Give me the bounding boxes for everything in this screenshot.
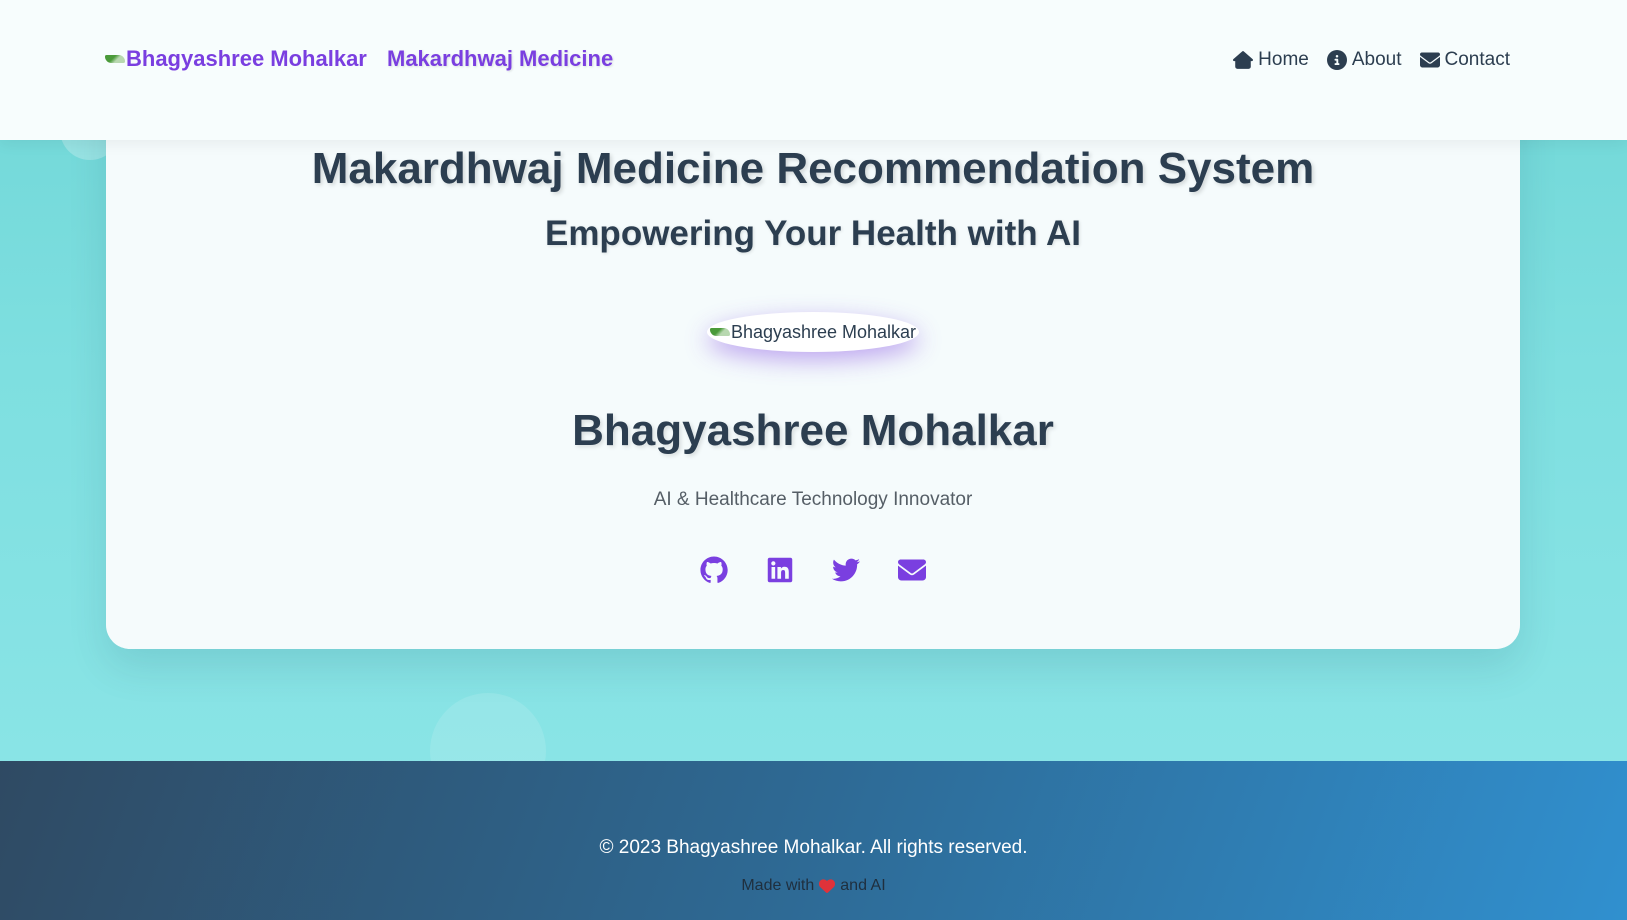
broken-image-icon <box>105 55 125 63</box>
avatar: Bhagyashree Mohalkar <box>707 312 919 352</box>
github-icon <box>700 556 728 583</box>
nav-about[interactable]: About <box>1326 49 1402 71</box>
page-title: Makardhwaj Medicine Recommendation Syste… <box>311 144 1315 193</box>
person-name: Bhagyashree Mohalkar <box>572 406 1054 455</box>
nav-contact-label: Contact <box>1444 49 1510 70</box>
linkedin-link[interactable] <box>766 556 794 584</box>
logo-alt-text: Bhagyashree Mohalkar <box>126 46 367 71</box>
social-links <box>106 556 1520 584</box>
made-with-text: Made with and AI <box>0 877 1627 895</box>
site-footer: © 2023 Bhagyashree Mohalkar. All rights … <box>0 761 1627 920</box>
broken-image-icon <box>709 328 730 336</box>
site-header: Bhagyashree Mohalkar Makardhwaj Medicine… <box>0 0 1627 140</box>
info-icon <box>1326 50 1347 70</box>
made-with-prefix: Made with <box>741 877 815 894</box>
brand-name[interactable]: Makardhwaj Medicine <box>387 46 613 72</box>
hero-card: Makardhwaj Medicine Recommendation Syste… <box>106 80 1520 649</box>
home-icon <box>1233 51 1254 69</box>
envelope-icon <box>898 559 926 581</box>
linkedin-icon <box>767 557 793 583</box>
logo-image[interactable]: Bhagyashree Mohalkar <box>105 46 367 72</box>
main-nav: Home About Contact <box>1233 49 1510 71</box>
brand[interactable]: Bhagyashree Mohalkar Makardhwaj Medicine <box>105 46 613 72</box>
email-link[interactable] <box>898 556 926 584</box>
github-link[interactable] <box>700 556 728 584</box>
envelope-icon <box>1419 52 1440 68</box>
nav-home[interactable]: Home <box>1233 49 1309 71</box>
nav-about-label: About <box>1351 49 1402 70</box>
heart-icon <box>819 879 836 893</box>
avatar-alt-text: Bhagyashree Mohalkar <box>730 321 917 342</box>
page-subtitle: Empowering Your Health with AI <box>544 214 1082 253</box>
twitter-icon <box>832 558 860 582</box>
nav-contact[interactable]: Contact <box>1419 49 1510 71</box>
person-role: AI & Healthcare Technology Innovator <box>653 489 973 510</box>
twitter-link[interactable] <box>832 556 860 584</box>
copyright-text: © 2023 Bhagyashree Mohalkar. All rights … <box>599 837 1028 858</box>
nav-home-label: Home <box>1258 49 1309 70</box>
made-with-suffix: and AI <box>840 877 886 894</box>
